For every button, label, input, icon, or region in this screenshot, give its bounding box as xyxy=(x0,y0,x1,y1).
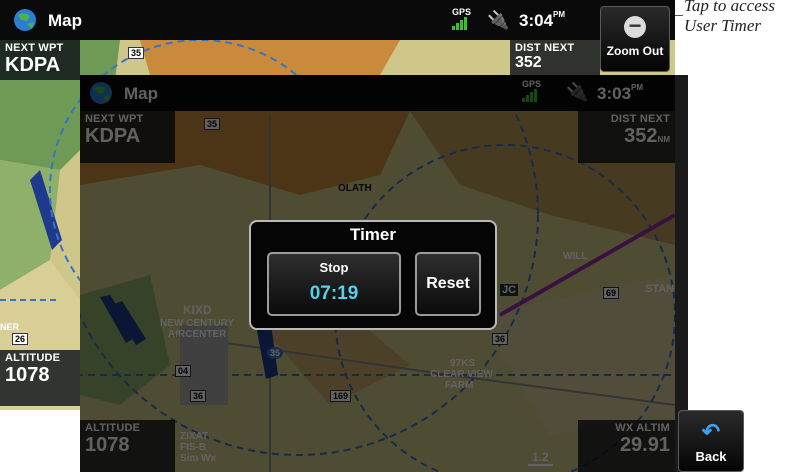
back-arrow-icon: ↶ xyxy=(701,419,721,444)
map-label-simwx: Sim Wx xyxy=(180,453,217,464)
globe-icon xyxy=(14,9,36,31)
wx-altim-label: WX ALTIM xyxy=(615,422,670,434)
zoom-out-button[interactable]: − Zoom Out xyxy=(600,6,670,72)
clock-time: 3:04 xyxy=(519,11,554,30)
dist-next-value: 352 xyxy=(515,54,542,68)
callout-annotation: Tap to access User Timer xyxy=(684,0,775,36)
map-label-farm: FARM xyxy=(445,380,474,391)
gps-signal-bars-icon xyxy=(522,89,541,102)
clock-ampm: PM xyxy=(553,10,566,19)
altitude-label: ALTITUDE xyxy=(85,422,141,434)
next-wpt-label: NEXT WPT xyxy=(85,113,144,125)
map-label-kixd: KIXD xyxy=(183,303,212,317)
dist-next-label: DIST NEXT xyxy=(515,42,575,54)
road-label-36a: 36 xyxy=(190,390,207,402)
map-label-clear-view: CLEAR VIEW xyxy=(430,369,493,380)
timer-title: Timer xyxy=(350,225,396,244)
wx-altim-field[interactable]: WX ALTIM 29.91 xyxy=(578,420,675,472)
clock-button[interactable]: 3:04PM xyxy=(519,11,565,31)
clock-button[interactable]: 3:03PM xyxy=(597,84,643,104)
wx-altim-value: 29.91 xyxy=(619,434,670,456)
dist-next-unit: NM xyxy=(657,135,670,144)
map-label-zixat: ZIXAT xyxy=(180,431,209,442)
dist-next-label: DIST NEXT xyxy=(610,113,670,125)
timer-elapsed-value: 07:19 xyxy=(309,283,359,304)
gps-status: GPS xyxy=(452,8,471,30)
stop-button[interactable]: Stop 07:19 xyxy=(267,252,401,316)
dist-next-number: 352 xyxy=(624,125,658,147)
next-wpt-value: KDPA xyxy=(5,54,61,76)
power-plug-icon: 🔌 xyxy=(487,10,510,30)
map-label-fisb: FIS-B xyxy=(180,442,207,453)
gps-status: GPS xyxy=(522,80,541,102)
map-scale: 1.2 xyxy=(528,450,553,466)
next-wpt-field[interactable]: NEXT WPT KDPA xyxy=(0,40,80,80)
reset-button[interactable]: Reset xyxy=(415,252,481,316)
gps-signal-bars-icon xyxy=(452,17,471,30)
road-label-169: 169 xyxy=(330,390,352,402)
stop-label: Stop xyxy=(319,260,349,275)
road-label-04: 04 xyxy=(175,365,192,377)
power-plug-icon: 🔌 xyxy=(566,82,589,102)
map-label-ner: NER xyxy=(0,322,20,332)
dist-next-field[interactable]: DIST NEXT 352NM xyxy=(578,111,675,163)
zoom-out-label: Zoom Out xyxy=(606,44,664,58)
altitude-label: ALTITUDE xyxy=(5,352,61,364)
back-button[interactable]: ↶ Back xyxy=(678,410,744,472)
map-label-will: WILL xyxy=(563,251,588,262)
foreground-title-bar: Map GPS 🔌 3:03PM xyxy=(80,75,675,111)
road-label-35a: 35 xyxy=(204,118,221,130)
map-label-olath: OLATH xyxy=(338,183,372,194)
road-label-69: 69 xyxy=(603,287,620,299)
road-label-36b: 36 xyxy=(492,333,509,345)
map-label-97ks: 97KS xyxy=(450,358,476,369)
road-label-35b: 35 xyxy=(267,347,284,359)
road-label-35: 35 xyxy=(128,47,145,59)
timer-dialog: Timer Stop 07:19 Reset xyxy=(249,220,497,330)
altitude-value: 1078 xyxy=(85,434,130,456)
minus-icon: − xyxy=(624,15,646,38)
back-label: Back xyxy=(695,449,727,464)
altitude-field[interactable]: ALTITUDE 1078 xyxy=(0,350,80,406)
background-title-bar: Map GPS 🔌 3:04PM xyxy=(0,0,675,40)
page-title: Map xyxy=(124,84,158,103)
globe-icon xyxy=(90,82,112,104)
callout-line-1: Tap to access xyxy=(684,0,775,15)
map-label-stan: STAN xyxy=(645,283,675,295)
gps-label: GPS xyxy=(522,79,542,89)
next-wpt-value: KDPA xyxy=(85,125,141,147)
gps-label: GPS xyxy=(452,7,472,17)
clock-ampm: PM xyxy=(631,83,644,92)
next-wpt-label: NEXT WPT xyxy=(5,42,64,54)
callout-line-2: User Timer xyxy=(684,16,761,35)
page-title: Map xyxy=(48,11,82,30)
altitude-field[interactable]: ALTITUDE 1078 xyxy=(80,420,175,472)
map-label-new-century: NEW CENTURY xyxy=(160,318,235,329)
altitude-value: 1078 xyxy=(5,364,50,386)
map-label-jc: JC xyxy=(500,284,519,296)
dist-next-field[interactable]: DIST NEXT 352 xyxy=(510,40,600,75)
clock-time: 3:03 xyxy=(597,84,632,103)
road-label-26: 26 xyxy=(12,333,29,345)
map-label-aircenter: AIRCENTER xyxy=(168,329,227,340)
next-wpt-field[interactable]: NEXT WPT KDPA xyxy=(80,111,175,163)
dist-next-value: 352NM xyxy=(578,125,675,148)
